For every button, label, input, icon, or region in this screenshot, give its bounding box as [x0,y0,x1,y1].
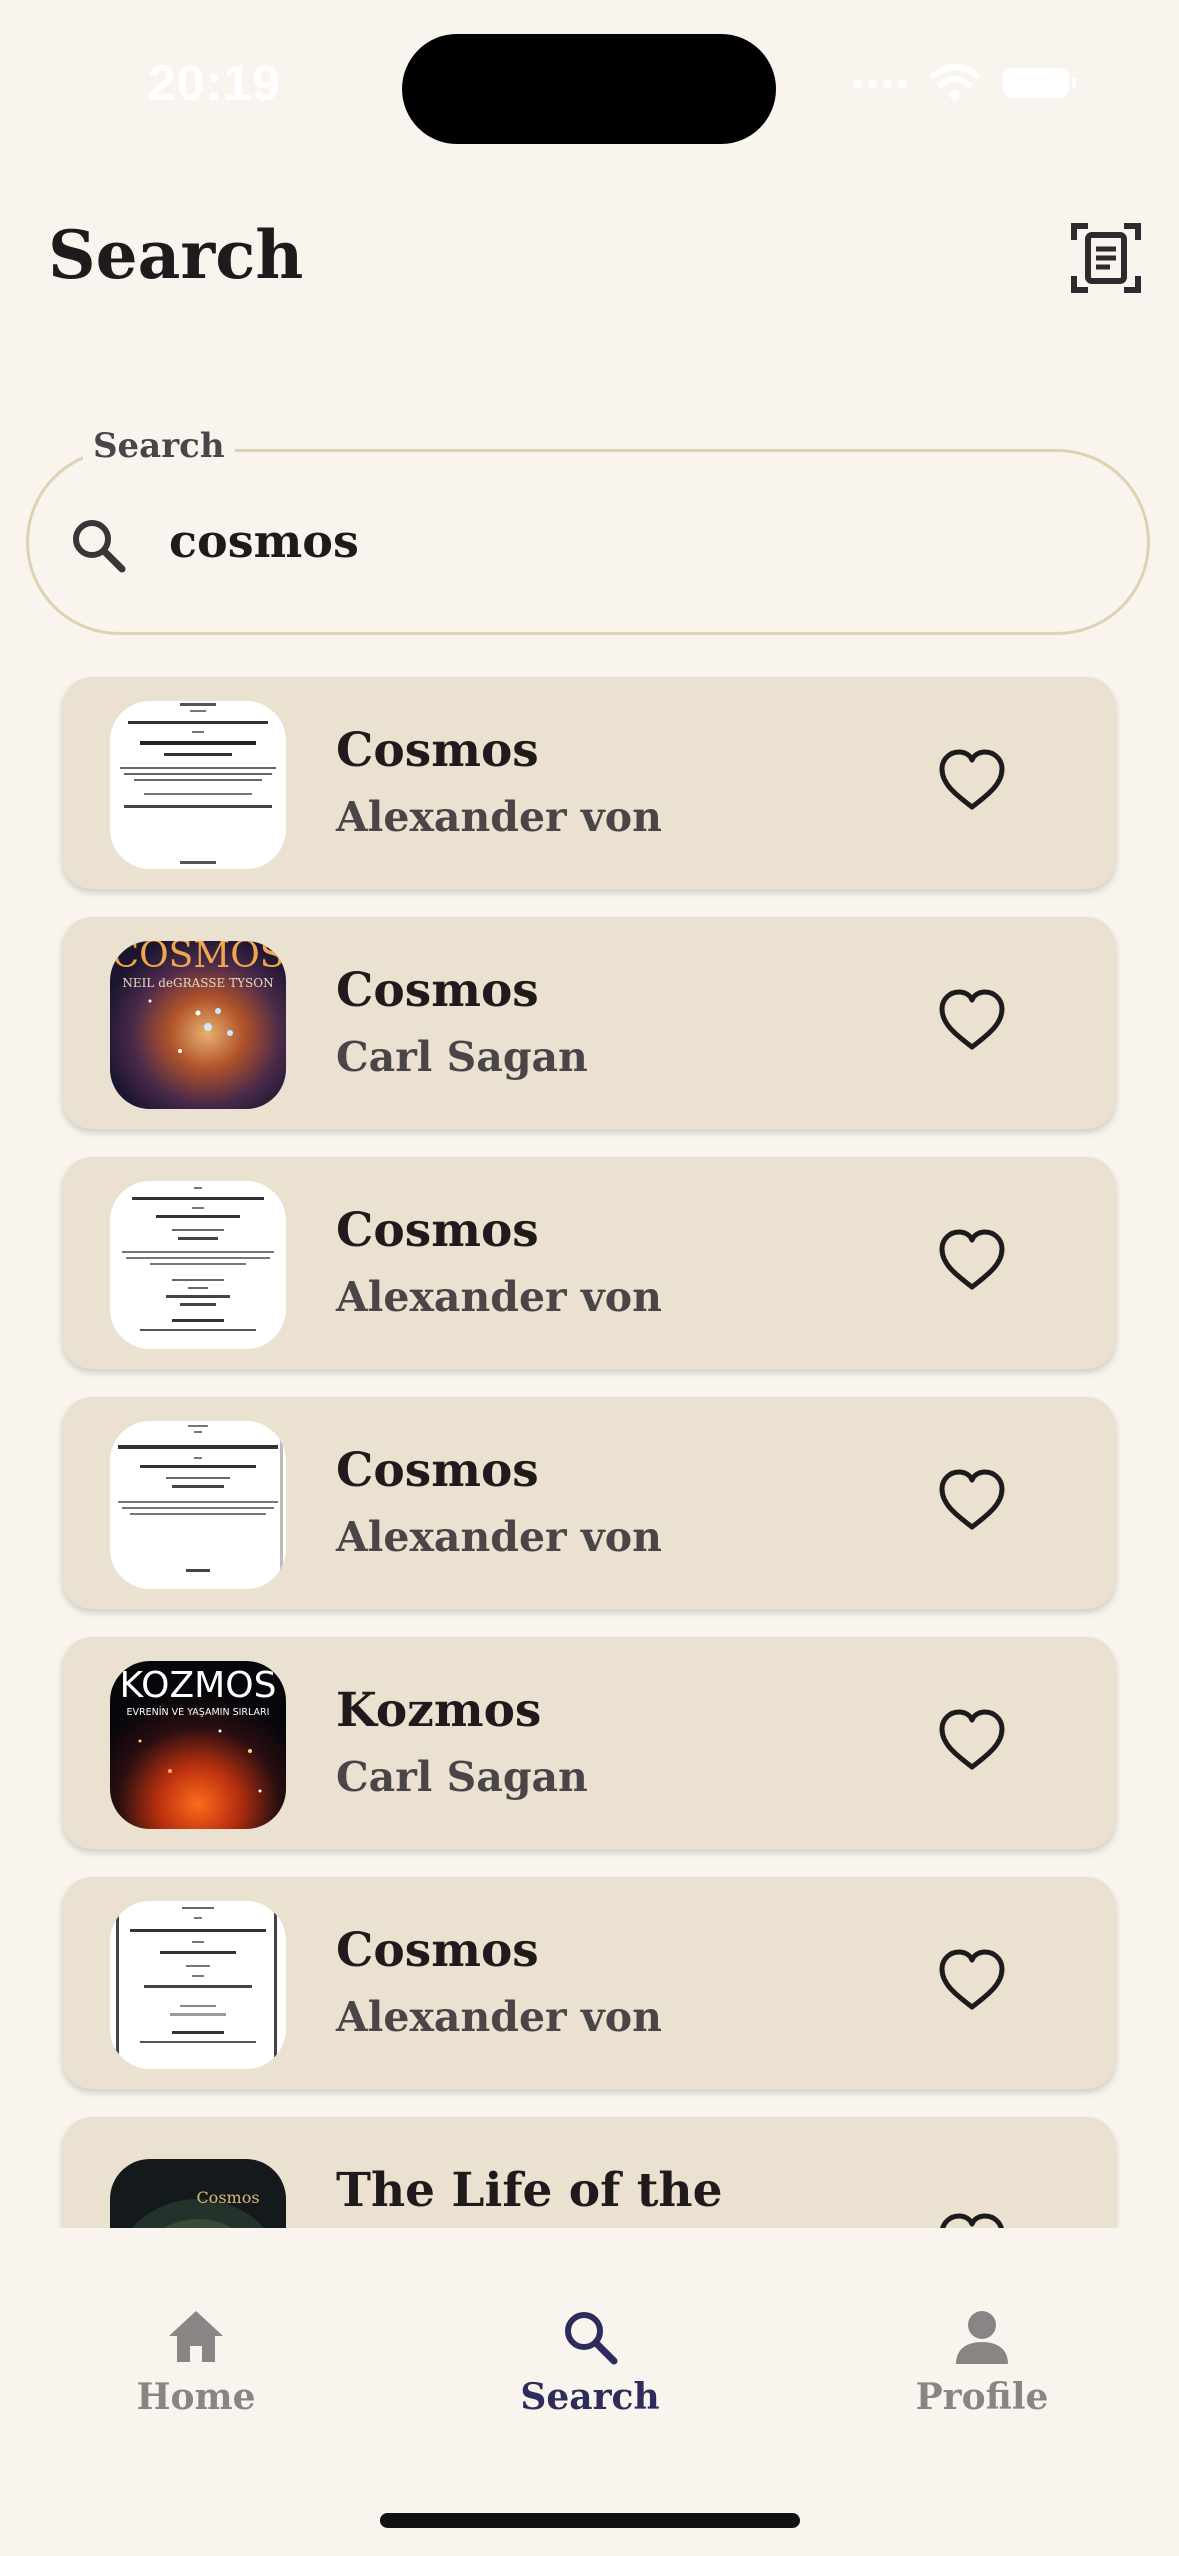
bottom-navigation: Home Search Profile [0,2228,1179,2556]
book-cover: Cosmos [110,2159,286,2228]
nav-profile-label: Profile [915,2376,1049,2418]
person-icon [956,2311,1008,2364]
nav-profile[interactable]: Profile [862,2308,1102,2418]
book-cover [110,1421,286,1589]
result-author: Alexander von [336,1273,662,1321]
result-card[interactable]: COSMOS NEIL deGRASSE TYSON Cosmos Carl S… [62,917,1116,1129]
cover-text: COSMOS [112,941,285,976]
results-list[interactable]: Cosmos Alexander von COSMOS NEIL deGRASS… [0,0,1179,2228]
result-title: Kozmos [336,1683,542,1738]
search-input[interactable]: cosmos [169,514,359,568]
book-cover [110,1901,286,2069]
result-card[interactable]: KOZMOS EVRENİN VE YAŞAMIN SIRLARI Kozmos… [62,1637,1116,1849]
result-card[interactable]: Cosmos Alexander von [62,1877,1116,2089]
search-field[interactable]: Search cosmos [26,426,1150,635]
result-author: Alexander von [336,793,662,841]
result-title: Cosmos [336,963,539,1018]
result-author: Carl Sagan [336,1033,588,1081]
result-title: The Life of the [336,2163,723,2218]
favorite-heart-icon[interactable] [938,2213,1006,2228]
favorite-heart-icon[interactable] [938,1949,1006,2011]
cover-text: KOZMOS [120,1665,277,1706]
nav-search[interactable]: Search [470,2308,710,2418]
result-title: Cosmos [336,1923,539,1978]
cover-text: EVRENİN VE YAŞAMIN SIRLARI [127,1707,270,1718]
favorite-heart-icon[interactable] [938,749,1006,811]
result-author: Alexander von [336,1993,662,2041]
result-author: Carl Sagan [336,1753,588,1801]
search-icon [73,520,126,573]
home-indicator [380,2513,800,2528]
result-title: Cosmos [336,1443,539,1498]
book-cover: COSMOS NEIL deGRASSE TYSON [110,941,286,1109]
result-title: Cosmos [336,1203,539,1258]
nav-home[interactable]: Home [76,2308,316,2418]
favorite-heart-icon[interactable] [938,1709,1006,1771]
result-card[interactable]: Cosmos The Life of the [62,2117,1116,2228]
home-icon [169,2311,223,2362]
nav-home-label: Home [136,2376,256,2418]
result-author: Alexander von [336,1513,662,1561]
result-card[interactable]: Cosmos Alexander von [62,1397,1116,1609]
favorite-heart-icon[interactable] [938,1469,1006,1531]
book-cover: KOZMOS EVRENİN VE YAŞAMIN SIRLARI [110,1661,286,1829]
search-field-label: Search [83,426,235,466]
cover-text: Cosmos [196,2188,259,2207]
book-cover [110,1181,286,1349]
result-title: Cosmos [336,723,539,778]
favorite-heart-icon[interactable] [938,1229,1006,1291]
book-cover [110,701,286,869]
nav-search-label: Search [520,2376,660,2418]
result-card[interactable]: Cosmos Alexander von [62,677,1116,889]
cover-text: NEIL deGRASSE TYSON [122,976,273,990]
result-card[interactable]: Cosmos Alexander von [62,1157,1116,1369]
search-icon [565,2312,618,2365]
favorite-heart-icon[interactable] [938,989,1006,1051]
